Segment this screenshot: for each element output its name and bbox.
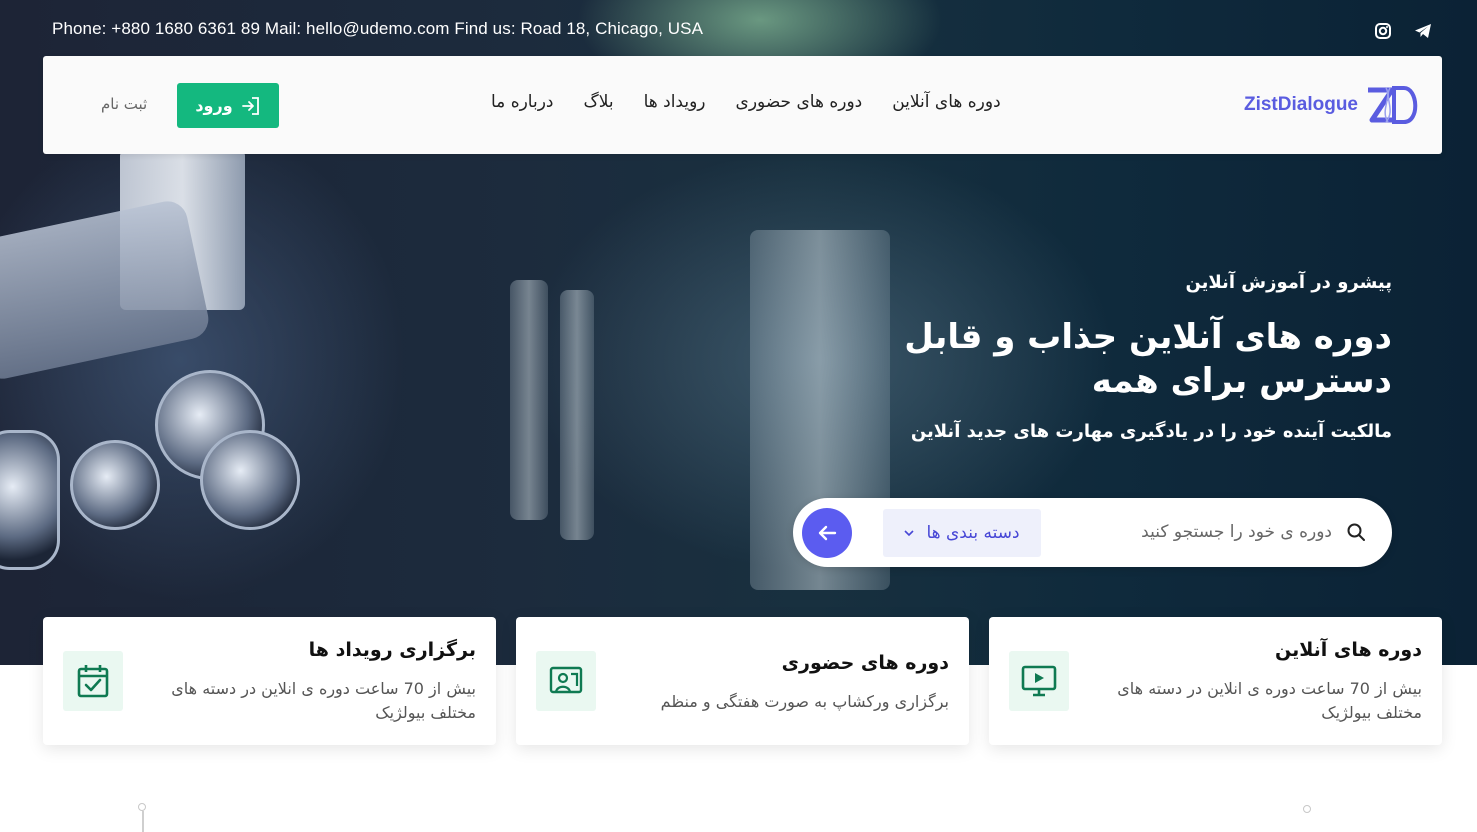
test-tube-decoration [560, 290, 594, 540]
login-label: ورود [195, 96, 233, 115]
main-navbar: ZistDialogue دوره های آنلاین دوره های حض… [43, 56, 1442, 154]
search-input[interactable] [1092, 516, 1332, 548]
contact-info: Phone: +880 1680 6361 89 Mail: hello@ude… [52, 19, 704, 38]
category-dropdown[interactable]: دسته بندی ها [883, 509, 1041, 557]
arrow-left-icon [818, 525, 837, 541]
decorative-dot [1303, 805, 1311, 813]
decorative-line [142, 811, 144, 832]
login-icon [241, 96, 259, 115]
microscope-lens-decoration [70, 440, 160, 530]
nav-about[interactable]: درباره ما [491, 92, 554, 112]
feature-card-in-person-courses[interactable]: دوره های حضوری برگزاری ورکشاپ به صورت هف… [516, 617, 969, 745]
feature-desc: بیش از 70 ساعت دوره ی انلاین در دسته های… [1117, 679, 1422, 722]
test-tube-decoration [510, 280, 548, 520]
nav-online-courses[interactable]: دوره های آنلاین [892, 92, 1000, 112]
feature-title: دوره های آنلاین [1275, 639, 1422, 661]
monitor-play-icon [1009, 651, 1069, 711]
microscope-body-decoration [0, 197, 213, 383]
nav-menu: دوره های آنلاین دوره های حضوری رویداد ها… [491, 92, 1001, 112]
presentation-board-icon [536, 651, 596, 711]
hero-eyebrow: پیشرو در آموزش آنلاین [1185, 272, 1392, 293]
hero-subline: مالکیت آینده خود را در یادگیری مهارت های… [910, 421, 1392, 442]
calendar-check-icon [63, 651, 123, 711]
category-label: دسته بندی ها [926, 523, 1020, 543]
feature-title: دوره های حضوری [781, 652, 949, 674]
instagram-icon[interactable] [1372, 20, 1394, 42]
logo-text: ZistDialogue [1243, 94, 1358, 115]
nav-events[interactable]: رویداد ها [644, 92, 706, 112]
site-logo[interactable]: ZistDialogue [1244, 84, 1422, 126]
logo-mark-icon [1368, 86, 1418, 124]
search-icon [1347, 523, 1365, 541]
feature-desc: بیش از 70 ساعت دوره ی انلاین در دسته های… [171, 679, 476, 722]
decorative-dot [138, 803, 146, 811]
hero-text-block: پیشرو در آموزش آنلاین دوره های آنلاین جذ… [872, 272, 1392, 442]
nav-in-person-courses[interactable]: دوره های حضوری [736, 92, 863, 112]
telegram-icon[interactable] [1412, 20, 1434, 42]
register-link[interactable]: ثبت نام [101, 95, 147, 113]
feature-desc: برگزاری ورکشاپ به صورت هفتگی و منظم [660, 692, 949, 711]
nav-blog[interactable]: بلاگ [584, 92, 614, 112]
feature-card-events[interactable]: برگزاری رویداد ها بیش از 70 ساعت دوره ی … [43, 617, 496, 745]
hero-headline-line1: دوره های آنلاین جذاب و قابل [904, 317, 1392, 357]
course-search-bar: دسته بندی ها [793, 498, 1392, 567]
hero-headline: دوره های آنلاین جذاب و قابل دسترس برای ه… [872, 315, 1392, 403]
login-button[interactable]: ورود [177, 83, 279, 128]
microscope-lens-decoration [200, 430, 300, 530]
microscope-lens-decoration [0, 430, 60, 570]
chevron-down-icon [904, 530, 915, 537]
hero-headline-line2: دسترس برای همه [1091, 361, 1392, 401]
search-submit-button[interactable] [802, 508, 852, 558]
feature-card-online-courses[interactable]: دوره های آنلاین بیش از 70 ساعت دوره ی ان… [989, 617, 1442, 745]
feature-title: برگزاری رویداد ها [308, 639, 476, 661]
